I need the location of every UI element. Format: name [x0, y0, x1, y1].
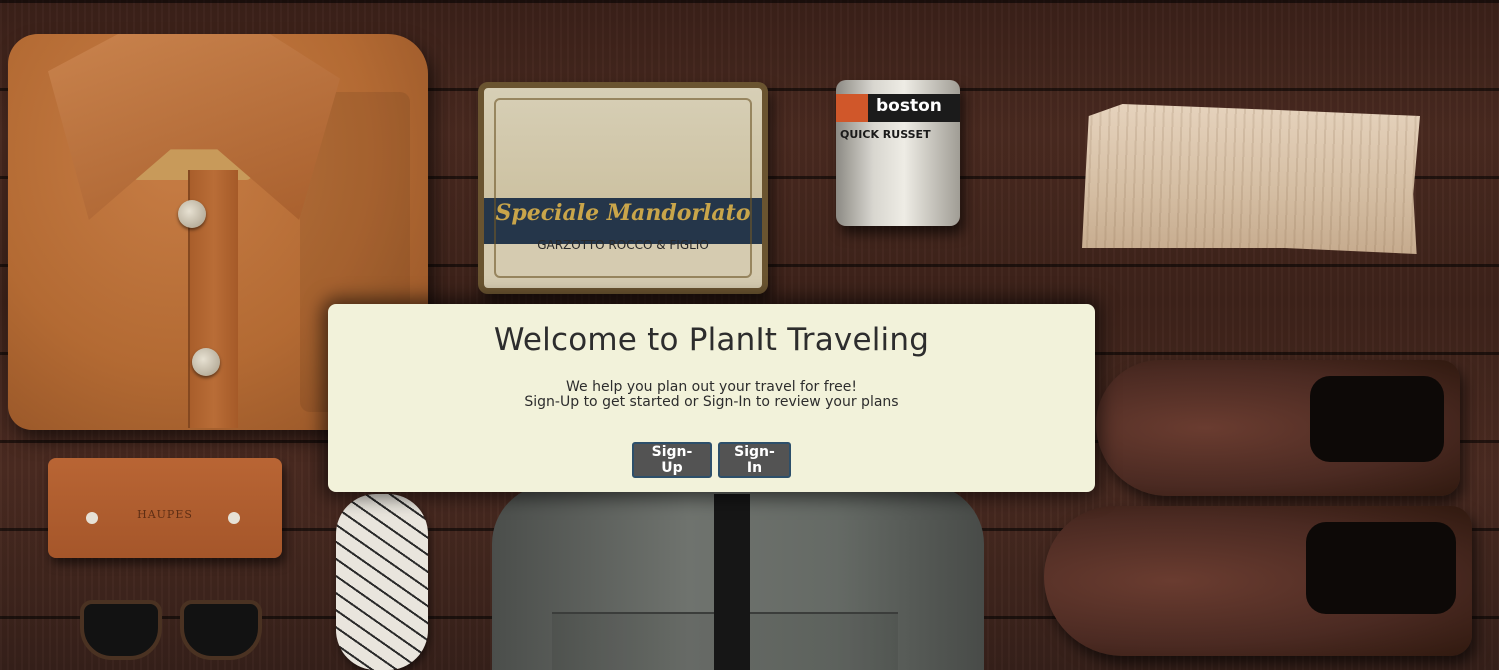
auth-actions: Sign-Up Sign-In: [328, 442, 1095, 478]
sign-up-button[interactable]: Sign-Up: [632, 442, 712, 478]
welcome-modal: Welcome to PlanIt Traveling We help you …: [328, 304, 1095, 492]
boot-image: [1096, 360, 1460, 496]
backpack-strap: [714, 494, 750, 670]
hero-background: Speciale Mandorlato GARZOTTO ROCCO & FIG…: [0, 0, 1499, 670]
sunglasses-image: [76, 596, 262, 660]
tin-sublabel: GARZOTTO ROCCO & FIGLIO: [537, 238, 709, 252]
welcome-description: We help you plan out your travel for fre…: [328, 380, 1095, 410]
can-sublabel: QUICK RUSSET: [840, 128, 931, 141]
wallet-brand: HAUPES: [137, 508, 193, 521]
welcome-tagline: We help you plan out your travel for fre…: [566, 379, 857, 395]
boot-opening: [1306, 522, 1456, 614]
jacket-button: [192, 348, 220, 376]
sunglasses-lens: [180, 600, 262, 660]
rope-image: [336, 494, 428, 670]
can-label: boston: [876, 96, 942, 116]
leather-wallet-image: HAUPES: [48, 458, 282, 558]
sunglasses-lens: [80, 600, 162, 660]
paint-can-image: boston QUICK RUSSET: [836, 80, 960, 226]
sign-in-button[interactable]: Sign-In: [718, 442, 791, 478]
tin-label: Speciale Mandorlato: [495, 200, 751, 226]
welcome-title: Welcome to PlanIt Traveling: [493, 322, 930, 358]
boot-image: [1044, 506, 1472, 656]
vintage-tin-image: Speciale Mandorlato GARZOTTO ROCCO & FIG…: [478, 82, 768, 294]
boot-opening: [1310, 376, 1444, 462]
welcome-instructions: Sign-Up to get started or Sign-In to rev…: [524, 394, 899, 410]
jacket-button: [178, 200, 206, 228]
wood-block-image: [1082, 104, 1420, 254]
